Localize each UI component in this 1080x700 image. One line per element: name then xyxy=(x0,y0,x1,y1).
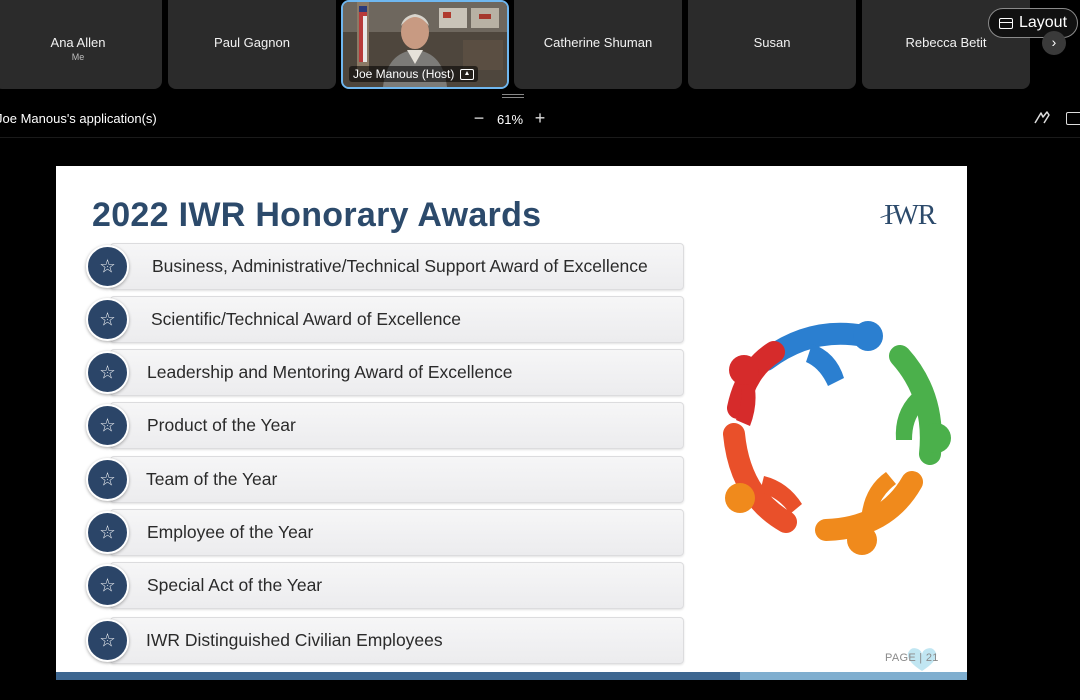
participant-name: Catherine Shuman xyxy=(543,35,653,50)
layout-button[interactable]: Layout xyxy=(988,8,1078,38)
participant-tile[interactable]: Paul Gagnon xyxy=(168,0,336,89)
slide-title: 2022 IWR Honorary Awards xyxy=(92,196,542,234)
award-item: ✮ Team of the Year xyxy=(86,456,684,503)
star-icon: ✮ xyxy=(99,574,116,597)
award-label: Team of the Year xyxy=(146,469,278,489)
iwr-logo: IWR xyxy=(884,200,936,231)
screen-share-icon xyxy=(460,68,475,80)
share-toolbar: Joe Manous's application(s) − 61% + xyxy=(0,100,1080,138)
zoom-in-button[interactable]: + xyxy=(531,108,549,129)
participant-video-tile-host[interactable]: Joe Manous (Host) xyxy=(341,0,509,89)
star-icon: ✮ xyxy=(99,521,116,544)
award-label: Employee of the Year xyxy=(147,522,314,542)
zoom-level: 61% xyxy=(496,112,524,127)
award-item: ✮ IWR Distinguished Civilian Employees xyxy=(86,617,684,664)
award-item: ✮ Product of the Year xyxy=(86,402,684,449)
page-number: PAGE | 21 xyxy=(885,652,939,664)
star-badge-icon: ✮ xyxy=(86,298,129,341)
award-label: Business, Administrative/Technical Suppo… xyxy=(152,256,648,276)
award-label: Scientific/Technical Award of Excellence xyxy=(151,309,461,329)
award-item: ✮ Business, Administrative/Technical Sup… xyxy=(86,243,684,290)
star-badge-icon: ✮ xyxy=(86,351,129,394)
star-icon: ✮ xyxy=(99,629,116,652)
star-badge-icon: ✮ xyxy=(86,245,129,288)
participant-name: Paul Gagnon xyxy=(214,35,290,50)
award-label: Leadership and Mentoring Award of Excell… xyxy=(147,362,513,382)
shared-slide: 2022 IWR Honorary Awards IWR ✮ Business,… xyxy=(56,166,967,680)
star-badge-icon: ✮ xyxy=(86,458,129,501)
host-label: Joe Manous (Host) xyxy=(349,66,479,82)
award-label: Product of the Year xyxy=(147,415,296,435)
participant-tile[interactable]: Ana Allen Me xyxy=(0,0,162,89)
slide-footer-bar xyxy=(56,672,967,680)
panel-toggle-icon[interactable] xyxy=(1066,112,1080,125)
participant-strip: Ana Allen Me Paul Gagnon Joe Manous (Hos… xyxy=(0,0,1080,92)
teamwork-circle-graphic xyxy=(723,321,951,555)
participant-name: Ana Allen xyxy=(50,35,106,50)
next-participants-button[interactable]: › xyxy=(1042,31,1066,55)
participant-tile[interactable]: Catherine Shuman xyxy=(514,0,682,89)
star-badge-icon: ✮ xyxy=(86,564,129,607)
layout-icon xyxy=(998,17,1013,29)
participant-name: Susan xyxy=(753,35,791,50)
star-icon: ✮ xyxy=(99,468,116,491)
host-name: Joe Manous (Host) xyxy=(353,67,455,81)
award-item: ✮ Leadership and Mentoring Award of Exce… xyxy=(86,349,684,396)
star-icon: ✮ xyxy=(99,255,116,278)
participant-tile[interactable]: Susan xyxy=(688,0,856,89)
award-label: Special Act of the Year xyxy=(147,575,323,595)
participant-self-label: Me xyxy=(71,52,85,62)
layout-button-label: Layout xyxy=(1018,14,1068,31)
star-badge-icon: ✮ xyxy=(86,619,129,662)
award-label: IWR Distinguished Civilian Employees xyxy=(146,630,443,650)
award-item: ✮ Employee of the Year xyxy=(86,509,684,556)
star-icon: ✮ xyxy=(99,414,116,437)
slide-footer-accent xyxy=(740,672,967,680)
award-item: ✮ Special Act of the Year xyxy=(86,562,684,609)
star-icon: ✮ xyxy=(99,308,116,331)
zoom-out-button[interactable]: − xyxy=(470,108,488,129)
star-icon: ✮ xyxy=(99,361,116,384)
star-badge-icon: ✮ xyxy=(86,404,129,447)
strip-resize-handle[interactable] xyxy=(502,94,524,98)
shared-application-title: Joe Manous's application(s) xyxy=(0,111,157,126)
star-badge-icon: ✮ xyxy=(86,511,129,554)
award-item: ✮ Scientific/Technical Award of Excellen… xyxy=(86,296,684,343)
annotate-icon[interactable] xyxy=(1033,109,1051,127)
